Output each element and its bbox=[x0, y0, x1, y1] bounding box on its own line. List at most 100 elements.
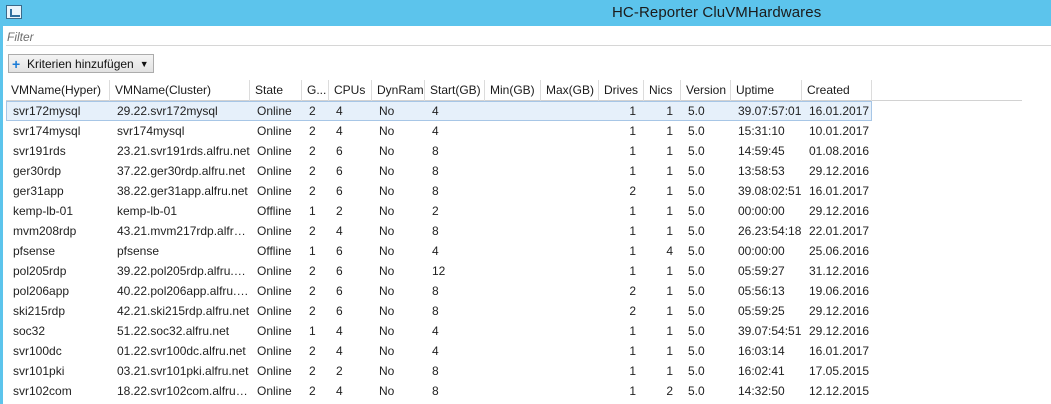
cell-min-gb bbox=[485, 281, 541, 301]
cell-version: 5.0 bbox=[688, 144, 705, 158]
column-header-min-gb[interactable]: Min(GB) bbox=[485, 80, 541, 101]
column-header-drives[interactable]: Drives bbox=[599, 80, 644, 101]
table-row[interactable]: pol205rdp 39.22.pol205rdp.alfru.net Online… bbox=[6, 261, 872, 281]
cell-start-gb: 4 bbox=[432, 244, 439, 258]
table-row[interactable]: svr174mysql svr174mysql Online 2 4 No 4 1 1 5.0 15… bbox=[6, 121, 872, 141]
table-row[interactable]: svr191rds 23.21.svr191rds.alfru.net Online… bbox=[6, 141, 872, 161]
cell-vmname-cluster: 18.22.svr102com.alfru.net bbox=[117, 384, 250, 398]
cell-version: 5.0 bbox=[688, 344, 705, 358]
cell-cpus: 4 bbox=[336, 344, 343, 358]
cell-cpus: 4 bbox=[336, 384, 343, 398]
table-row[interactable]: ski215rdp 42.21.ski215rdp.alfru.net Online… bbox=[6, 301, 872, 321]
cell-min-gb bbox=[485, 241, 541, 261]
cell-cpus: 4 bbox=[336, 224, 343, 238]
table-row[interactable]: kemp-lb-01 kemp-lb-01 Offline 1 2 No 2 1 1 5.0 00:… bbox=[6, 201, 872, 221]
cell-version: 5.0 bbox=[688, 384, 705, 398]
window-title: HC-Reporter CluVMHardwares bbox=[612, 4, 822, 21]
column-header-cpus[interactable]: CPUs bbox=[329, 80, 372, 101]
cell-start-gb: 8 bbox=[432, 284, 439, 298]
cell-vmname-hyper: pfsense bbox=[13, 244, 56, 258]
cell-max-gb bbox=[541, 161, 599, 181]
column-header-created[interactable]: Created bbox=[802, 80, 872, 101]
table-row[interactable]: svr102com 18.22.svr102com.alfru.net Online… bbox=[6, 381, 872, 401]
column-header-uptime[interactable]: Uptime bbox=[731, 80, 802, 101]
column-header-state[interactable]: State bbox=[250, 80, 302, 101]
window-border bbox=[0, 26, 3, 404]
column-header-dynram[interactable]: DynRam bbox=[372, 80, 425, 101]
table-row[interactable]: pol206app 40.22.pol206app.alfru.net Online… bbox=[6, 281, 872, 301]
cell-max-gb bbox=[541, 321, 599, 341]
cell-state: Online bbox=[257, 224, 292, 238]
cell-dynram: No bbox=[379, 224, 395, 238]
table-row[interactable]: pfsense pfsense Offline 1 6 No 4 1 4 5.0 00:00:00 2… bbox=[6, 241, 872, 261]
cell-created: 16.01.2017 bbox=[809, 104, 870, 118]
cell-cpus: 4 bbox=[336, 324, 343, 338]
cell-vmname-hyper: kemp-lb-01 bbox=[13, 204, 74, 218]
cell-start-gb: 4 bbox=[432, 344, 439, 358]
cell-version: 5.0 bbox=[688, 124, 705, 138]
cell-vmname-hyper: svr101pki bbox=[13, 364, 65, 378]
column-header-vmname-cluster[interactable]: VMName(Cluster) bbox=[110, 80, 250, 101]
cell-vmname-cluster: 38.22.ger31app.alfru.net bbox=[117, 184, 248, 198]
add-criteria-label: Kriterien hinzufügen bbox=[27, 56, 134, 71]
cell-version: 5.0 bbox=[688, 364, 705, 378]
filter-input[interactable] bbox=[6, 29, 1051, 45]
cell-state: Online bbox=[257, 284, 292, 298]
cell-uptime: 39.07:54:51 bbox=[738, 324, 802, 338]
cell-version: 5.0 bbox=[688, 284, 705, 298]
cell-vmname-cluster: 29.22.svr172mysql bbox=[117, 104, 218, 118]
cell-created: 31.12.2016 bbox=[809, 264, 870, 278]
cell-max-gb bbox=[541, 241, 599, 261]
cell-dynram: No bbox=[379, 124, 395, 138]
column-header-g[interactable]: G... bbox=[302, 80, 329, 101]
cell-version: 5.0 bbox=[688, 104, 705, 118]
column-header-vmname-hyper[interactable]: VMName(Hyper) bbox=[6, 80, 110, 101]
cell-drives: 1 bbox=[629, 224, 636, 238]
cell-vmname-hyper: svr174mysql bbox=[13, 124, 81, 138]
column-header-start-gb[interactable]: Start(GB) bbox=[425, 80, 485, 101]
cell-nics: 1 bbox=[666, 204, 673, 218]
table-row[interactable]: svr172mysql 29.22.svr172mysql Online 2 4 No 4 1… bbox=[6, 101, 872, 121]
column-header-version[interactable]: Version bbox=[681, 80, 731, 101]
cell-uptime: 39.08:02:51 bbox=[738, 184, 802, 198]
cell-vmname-cluster: 01.22.svr100dc.alfru.net bbox=[117, 344, 246, 358]
cell-version: 5.0 bbox=[688, 184, 705, 198]
table-row[interactable]: ger31app 38.22.ger31app.alfru.net Online 2 6… bbox=[6, 181, 872, 201]
cell-version: 5.0 bbox=[688, 264, 705, 278]
cell-vmname-cluster: 03.21.svr101pki.alfru.net bbox=[117, 364, 249, 378]
add-criteria-button[interactable]: + Kriterien hinzufügen ▼ bbox=[8, 54, 154, 73]
cell-cpus: 4 bbox=[336, 104, 343, 118]
app-icon bbox=[6, 5, 22, 19]
cell-start-gb: 12 bbox=[432, 264, 446, 278]
table-row[interactable]: ger30rdp 37.22.ger30rdp.alfru.net Online 2 6… bbox=[6, 161, 872, 181]
cell-vmname-cluster: pfsense bbox=[117, 244, 160, 258]
column-header-max-gb[interactable]: Max(GB) bbox=[541, 80, 599, 101]
column-header-nics[interactable]: Nics bbox=[644, 80, 681, 101]
cell-state: Online bbox=[257, 124, 292, 138]
cell-vmname-hyper: svr172mysql bbox=[13, 104, 81, 118]
cell-drives: 1 bbox=[629, 204, 636, 218]
table-row[interactable]: soc32 51.22.soc32.alfru.net Online 1 4 No 4 1 1 5… bbox=[6, 321, 872, 341]
cell-vmname-hyper: pol205rdp bbox=[13, 264, 67, 278]
cell-state: Online bbox=[257, 384, 292, 398]
cell-drives: 1 bbox=[629, 324, 636, 338]
cell-min-gb bbox=[485, 261, 541, 281]
cell-g: 2 bbox=[309, 104, 316, 118]
table-row[interactable]: svr101pki 03.21.svr101pki.alfru.net Online… bbox=[6, 361, 872, 381]
cell-g: 1 bbox=[309, 244, 316, 258]
cell-nics: 1 bbox=[666, 144, 673, 158]
cell-nics: 1 bbox=[666, 124, 673, 138]
table-row[interactable]: mvm208rdp 43.21.mvm217rdp.alfru.net Online… bbox=[6, 221, 872, 241]
cell-g: 2 bbox=[309, 364, 316, 378]
cell-state: Online bbox=[257, 184, 292, 198]
cell-uptime: 00:00:00 bbox=[738, 204, 785, 218]
cell-dynram: No bbox=[379, 204, 395, 218]
cell-created: 29.12.2016 bbox=[809, 304, 870, 318]
cell-state: Offline bbox=[257, 244, 292, 258]
table-row[interactable]: svr100dc 01.22.svr100dc.alfru.net Online 2 4… bbox=[6, 341, 872, 361]
cell-cpus: 6 bbox=[336, 284, 343, 298]
vm-hardware-grid: VMName(Hyper) VMName(Cluster) State G...… bbox=[6, 80, 1051, 404]
cell-uptime: 14:59:45 bbox=[738, 144, 785, 158]
cell-created: 29.12.2016 bbox=[809, 164, 870, 178]
cell-created: 22.01.2017 bbox=[809, 224, 870, 238]
